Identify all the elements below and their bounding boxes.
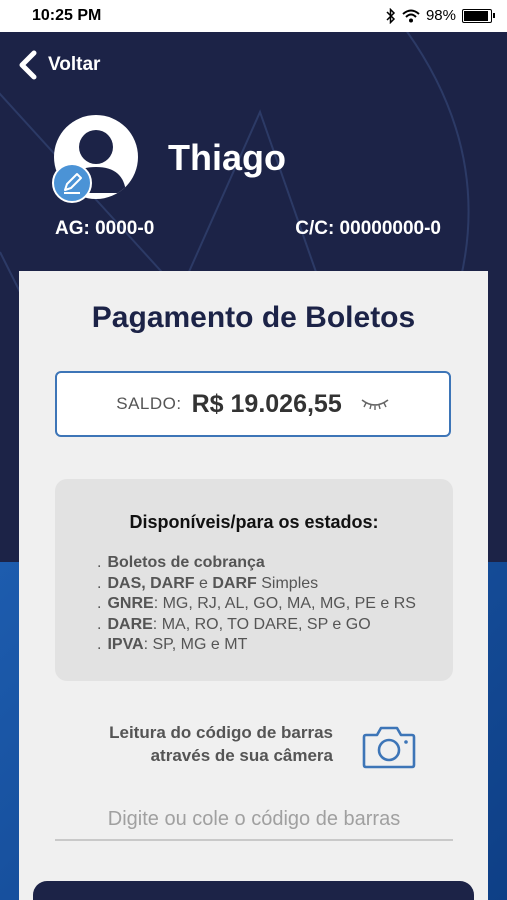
scan-line-1: Leitura do código de barras: [109, 723, 333, 742]
battery-percent: 98%: [425, 7, 456, 24]
eye-closed-icon[interactable]: [360, 397, 390, 411]
continue-button[interactable]: [33, 881, 474, 900]
page-title: Pagamento de Boletos: [91, 301, 416, 334]
scan-line-2: através de sua câmera: [150, 746, 333, 765]
battery-icon: [462, 8, 492, 23]
edit-avatar-button[interactable]: [52, 163, 92, 203]
balance-value: R$ 19.026,55: [191, 389, 342, 418]
payment-card: Pagamento de Boletos SALDO: R$ 19.026,55…: [19, 271, 488, 900]
back-button[interactable]: Voltar: [18, 50, 100, 80]
balance-box: SALDO: R$ 19.026,55: [55, 371, 451, 437]
states-title: Disponíveis/para os estados:: [129, 512, 379, 532]
list-item: . Boletos de cobrança: [97, 554, 265, 571]
list-item: . DARE: MA, RO, TO DARE, SP e GO: [97, 615, 371, 633]
list-item: . DAS, DARF e DARF Simples: [97, 574, 319, 592]
chevron-left-icon: [19, 50, 37, 80]
scan-instructions: Leitura do código de barras através de s…: [71, 721, 333, 767]
status-bar: 10:25 PM 98%: [0, 0, 507, 32]
status-icons: 98%: [386, 7, 495, 24]
agency-number: AG: 0000-0: [55, 218, 155, 239]
pencil-icon: [64, 173, 82, 194]
barcode-input[interactable]: [55, 804, 453, 841]
wifi-icon: [402, 9, 420, 22]
list-item: . IPVA: SP, MG e MT: [97, 636, 248, 653]
back-label: Voltar: [48, 54, 101, 75]
bluetooth-icon: [386, 7, 396, 24]
states-info-box: Disponíveis/para os estados: . Boletos de…: [55, 479, 453, 681]
account-number: C/C: 00000000-0: [295, 218, 441, 239]
battery-tip: [493, 13, 495, 18]
account-header: Voltar Thiago AG: 0000-0 C/C: 00000000-0…: [0, 32, 507, 900]
states-list: . Boletos de cobrança . DAS, DARF e DARF S…: [97, 553, 416, 656]
balance-label: SALDO:: [116, 394, 182, 413]
user-name: Thiago: [168, 137, 286, 178]
list-item: . GNRE: MG, RJ, AL, GO, MA, MG, PE e RS: [97, 595, 416, 612]
status-time: 10:25 PM: [32, 7, 102, 24]
camera-icon[interactable]: [362, 725, 416, 769]
